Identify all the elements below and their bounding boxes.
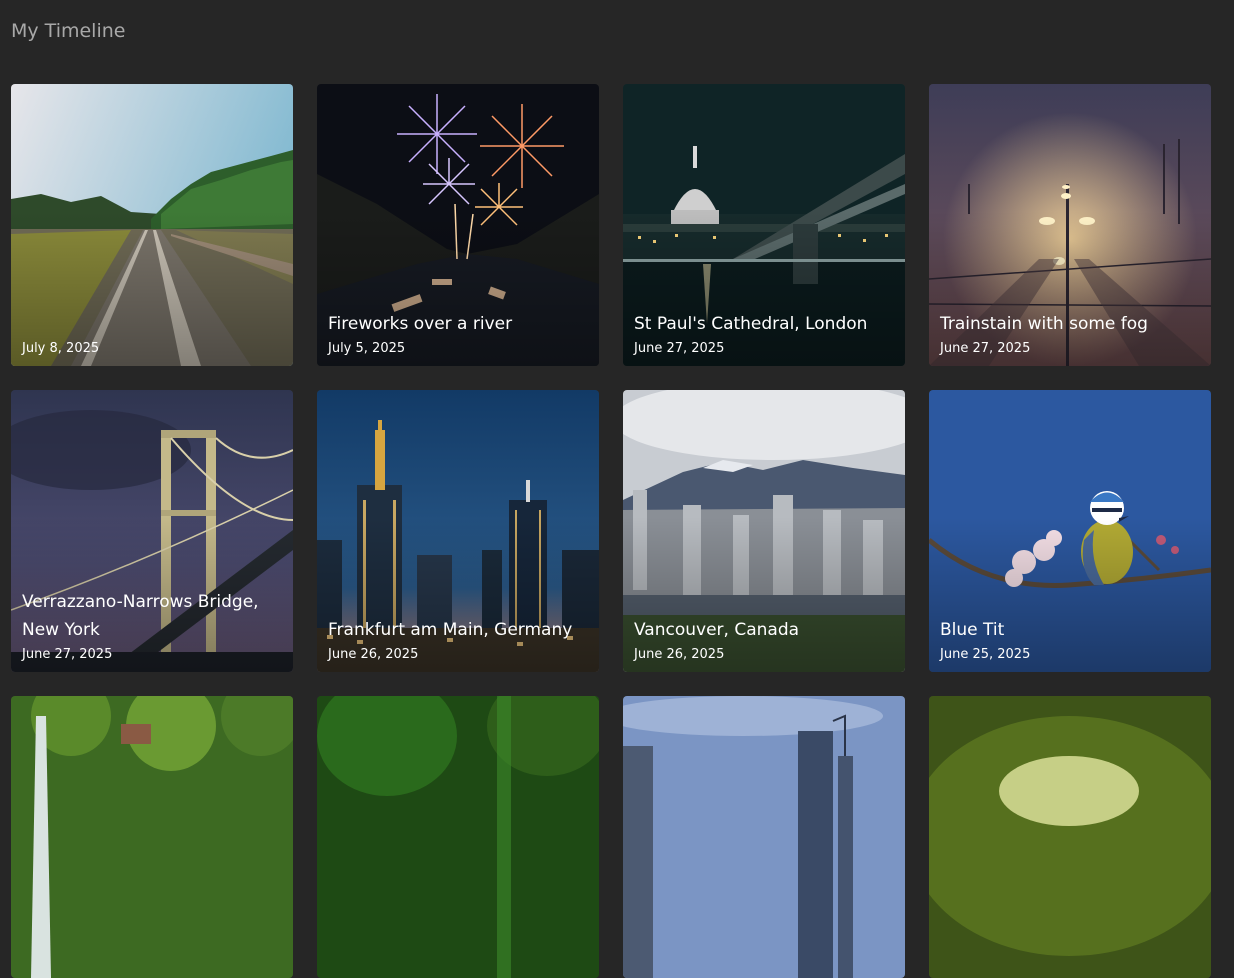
card-date: July 5, 2025 xyxy=(328,341,406,356)
card-caption: July 8, 2025 xyxy=(22,338,283,357)
timeline-grid: July 8, 2025 Fireworks over a river July… xyxy=(11,84,1211,978)
card-caption xyxy=(634,966,895,969)
page-title: My Timeline xyxy=(11,20,126,42)
card-caption: Verrazzano-Narrows Bridge, New York June… xyxy=(22,588,283,663)
city-skyline-image xyxy=(623,696,905,978)
card-title: St Paul's Cathedral, London xyxy=(634,314,868,334)
card-title: Verrazzano-Narrows Bridge, New York xyxy=(22,592,259,640)
card-caption xyxy=(328,966,589,969)
timeline-card[interactable] xyxy=(317,696,599,978)
green-leaves-image xyxy=(317,696,599,978)
green-fruit-image xyxy=(929,696,1211,978)
card-title: Fireworks over a river xyxy=(328,314,513,334)
card-caption xyxy=(940,966,1201,969)
card-date: June 27, 2025 xyxy=(940,341,1031,356)
card-date: June 27, 2025 xyxy=(634,341,725,356)
timeline-card[interactable] xyxy=(11,696,293,978)
waterfall-image xyxy=(11,696,293,978)
card-title: Blue Tit xyxy=(940,620,1005,640)
card-date: July 8, 2025 xyxy=(22,341,100,356)
timeline-card[interactable] xyxy=(929,696,1211,978)
card-date: June 26, 2025 xyxy=(634,647,725,662)
card-date: June 27, 2025 xyxy=(22,647,113,662)
timeline-card[interactable]: Frankfurt am Main, Germany June 26, 2025 xyxy=(317,390,599,672)
card-caption: Blue Tit June 25, 2025 xyxy=(940,616,1201,663)
timeline-card[interactable]: Blue Tit June 25, 2025 xyxy=(929,390,1211,672)
timeline-card[interactable]: Fireworks over a river July 5, 2025 xyxy=(317,84,599,366)
card-title: Trainstain with some fog xyxy=(940,314,1148,334)
timeline-card[interactable] xyxy=(623,696,905,978)
card-caption xyxy=(22,966,283,969)
card-caption: Vancouver, Canada June 26, 2025 xyxy=(634,616,895,663)
card-date: June 25, 2025 xyxy=(940,647,1031,662)
card-caption: St Paul's Cathedral, London June 27, 202… xyxy=(634,310,895,357)
timeline-card[interactable]: Vancouver, Canada June 26, 2025 xyxy=(623,390,905,672)
timeline-card[interactable]: St Paul's Cathedral, London June 27, 202… xyxy=(623,84,905,366)
card-title: Vancouver, Canada xyxy=(634,620,800,640)
card-title: Frankfurt am Main, Germany xyxy=(328,620,573,640)
timeline-card[interactable]: Trainstain with some fog June 27, 2025 xyxy=(929,84,1211,366)
card-caption: Fireworks over a river July 5, 2025 xyxy=(328,310,589,357)
card-caption: Frankfurt am Main, Germany June 26, 2025 xyxy=(328,616,589,663)
card-caption: Trainstain with some fog June 27, 2025 xyxy=(940,310,1201,357)
timeline-card[interactable]: Verrazzano-Narrows Bridge, New York June… xyxy=(11,390,293,672)
timeline-card[interactable]: July 8, 2025 xyxy=(11,84,293,366)
card-date: June 26, 2025 xyxy=(328,647,419,662)
